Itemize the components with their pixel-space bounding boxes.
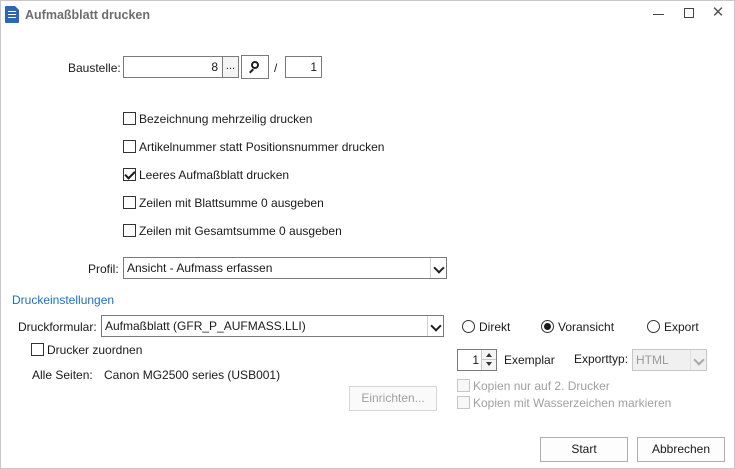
option-label: Bezeichnung mehrzeilig drucken [139,112,313,126]
baustelle-input[interactable]: 8 [123,56,223,78]
chevron-down-icon[interactable] [430,258,446,278]
exemplar-stepper[interactable]: 1 [457,349,497,371]
druckformular-value: Aufmaßblatt (GFR_P_AUFMASS.LLI) [105,319,306,333]
checkbox[interactable] [123,140,136,153]
chevron-down-icon[interactable] [690,350,706,370]
window-title: Aufmaßblatt drucken [25,8,151,22]
exporttyp-label: Exporttyp: [574,352,629,366]
checkbox[interactable] [123,168,136,181]
document-print-icon [5,6,19,23]
checkbox[interactable] [457,379,470,392]
cancel-button[interactable]: Abbrechen [637,437,725,462]
close-icon: ✕ [711,4,725,21]
option-label: Zeilen mit Blattsumme 0 ausgeben [139,196,324,210]
stepper-down-icon[interactable] [481,360,496,370]
minimize-button[interactable] [648,4,670,22]
baustelle-label: Baustelle: [68,61,121,75]
kopien-zweiter-drucker-label: Kopien nur auf 2. Drucker [473,379,610,393]
maximize-button[interactable] [678,4,700,22]
checkbox[interactable] [123,112,136,125]
option-label: Artikelnummer statt Positionsnummer druc… [139,140,385,154]
radio-label: Direkt [479,320,511,334]
radio-button[interactable] [541,320,554,333]
profil-label: Profil: [88,262,119,276]
checkbox[interactable] [123,224,136,237]
section-title-druckeinstellungen: Druckeinstellungen [12,293,115,307]
option-label: Zeilen mit Gesamtsumme 0 ausgeben [139,224,342,238]
profil-value: Ansicht - Aufmass erfassen [127,261,273,275]
chevron-down-icon[interactable] [427,316,443,336]
radio-button[interactable] [462,320,475,333]
baustelle-search-button[interactable] [241,55,269,79]
druckformular-select[interactable]: Aufmaßblatt (GFR_P_AUFMASS.LLI) [101,315,444,337]
radio-label: Export [664,320,699,334]
baustelle-sub-input[interactable]: 1 [285,56,322,78]
start-button[interactable]: Start [540,437,628,462]
einrichten-button[interactable]: Einrichten... [349,386,437,411]
checkbox[interactable] [123,196,136,209]
minimize-icon [653,14,664,15]
drucker-zuordnen-label: Drucker zuordnen [47,343,143,357]
checkbox[interactable] [457,396,470,409]
exporttyp-value: HTML [636,353,669,367]
baustelle-browse-button[interactable]: ... [222,56,239,78]
profil-select[interactable]: Ansicht - Aufmass erfassen [123,257,447,279]
close-button[interactable]: ✕ [707,4,729,22]
stepper-up-icon[interactable] [481,350,496,360]
option-label: Leeres Aufmaßblatt drucken [139,168,290,182]
checkbox[interactable] [31,343,44,356]
maximize-icon [684,8,694,18]
druckformular-label: Druckformular: [18,320,97,334]
print-dialog-window: Aufmaßblatt drucken ✕ Baustelle: 8 ... /… [0,0,735,469]
exporttyp-select[interactable]: HTML [632,349,707,371]
title-bar: Aufmaßblatt drucken ✕ [1,1,734,29]
baustelle-separator: / [274,61,278,75]
kopien-wasserzeichen-label: Kopien mit Wasserzeichen markieren [473,396,672,410]
exemplar-value[interactable]: 1 [458,350,482,370]
alle-seiten-printer: Canon MG2500 series (USB001) [104,368,281,382]
alle-seiten-label: Alle Seiten: [32,368,93,382]
radio-label: Voransicht [558,320,615,334]
radio-button[interactable] [647,320,660,333]
exemplar-label: Exemplar [504,353,555,367]
